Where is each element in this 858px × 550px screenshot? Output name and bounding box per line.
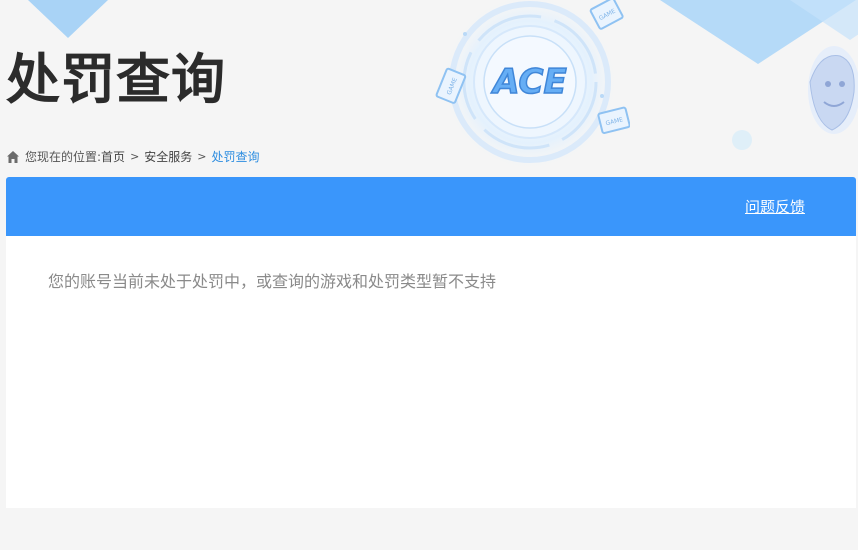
home-icon: [7, 151, 19, 163]
result-panel: 问题反馈 您的账号当前未处于处罚中，或查询的游戏和处罚类型暂不支持: [6, 177, 856, 508]
decor-triangle-left: [28, 0, 108, 38]
breadcrumb-separator: >: [197, 150, 207, 163]
feedback-link[interactable]: 问题反馈: [745, 197, 805, 217]
page: ACE GAME GAME GAME 处罚查询 您现在的位置: 首页 > 安全服…: [0, 0, 858, 550]
character-illustration: [808, 46, 858, 134]
breadcrumb-current: 处罚查询: [211, 150, 260, 164]
decor-bubble: [732, 130, 752, 150]
breadcrumb-prefix: 您现在的位置:: [25, 150, 102, 164]
breadcrumb-home-link[interactable]: 首页: [101, 148, 125, 166]
page-title: 处罚查询: [6, 48, 226, 111]
breadcrumb-separator: >: [130, 150, 140, 163]
ace-logo-emblem: ACE GAME GAME GAME: [435, 0, 630, 170]
decor-triangle-right-small: [790, 0, 858, 40]
breadcrumb: 您现在的位置: 首页 > 安全服务 > 处罚查询: [6, 148, 260, 166]
result-message: 您的账号当前未处于处罚中，或查询的游戏和处罚类型暂不支持: [48, 272, 497, 291]
breadcrumb-security-services-link[interactable]: 安全服务: [144, 148, 192, 166]
logo-text: ACE: [490, 62, 566, 102]
panel-header: 问题反馈: [6, 177, 856, 236]
panel-body: 您的账号当前未处于处罚中，或查询的游戏和处罚类型暂不支持: [6, 236, 856, 293]
